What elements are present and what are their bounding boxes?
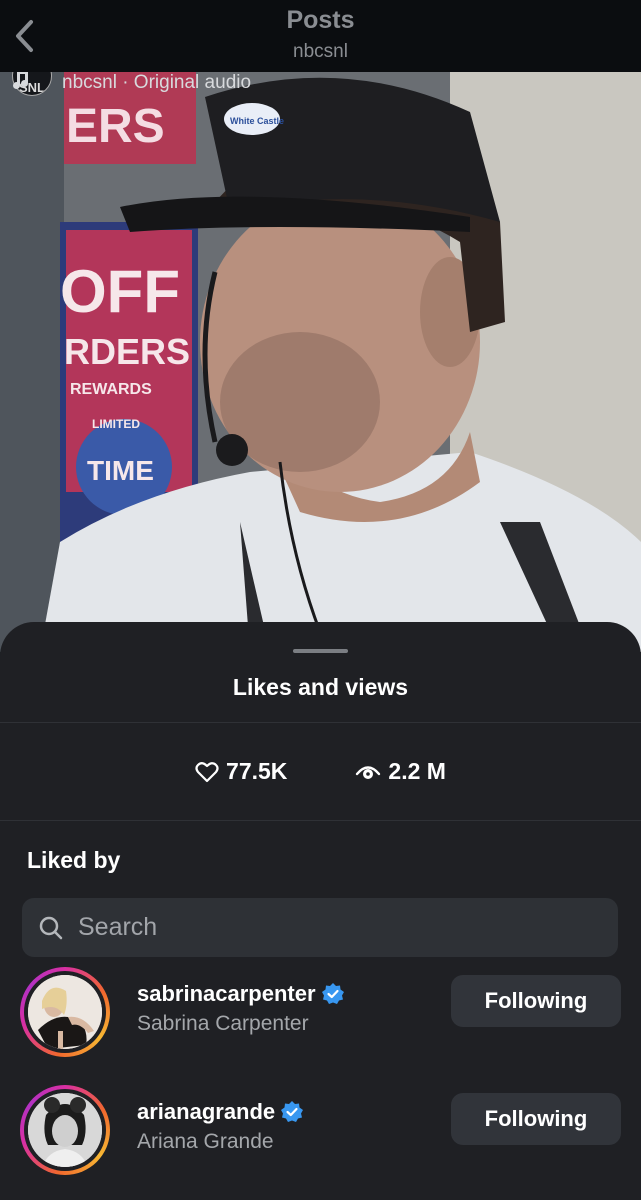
page-subtitle: nbcsnl xyxy=(293,41,348,62)
likes-sheet: Likes and views 77.5K 2.2 M Liked by Sea… xyxy=(0,622,641,1200)
views-count: 2.2 M xyxy=(388,758,446,784)
likes-stat: 77.5K xyxy=(195,758,287,785)
music-note-icon xyxy=(13,72,28,89)
avatar[interactable] xyxy=(20,967,110,1057)
eye-icon xyxy=(356,765,381,779)
sheet-drag-handle[interactable] xyxy=(293,649,348,653)
search-icon xyxy=(39,916,63,939)
sign-text-3: RDERS xyxy=(64,331,190,372)
username[interactable]: arianagrande xyxy=(137,1099,304,1125)
following-button[interactable]: Following xyxy=(451,975,621,1027)
divider xyxy=(0,820,641,821)
sign-text-4: REWARDS xyxy=(70,381,152,398)
verified-badge-icon xyxy=(281,1101,304,1122)
sheet-title: Likes and views xyxy=(232,674,409,700)
cap-logo-text: White Castle xyxy=(230,116,284,126)
video-frame: ERS OFF RDERS REWARDS LIMITED TIME White… xyxy=(0,72,641,652)
avatar-image xyxy=(28,1093,102,1167)
sign-text-1: ERS xyxy=(66,100,165,153)
likes-count: 77.5K xyxy=(226,758,288,784)
stats-row: 77.5K 2.2 M xyxy=(0,758,641,785)
sign-text-5: TIME xyxy=(87,455,154,486)
avatar[interactable] xyxy=(20,1085,110,1175)
video-player[interactable]: ERS OFF RDERS REWARDS LIMITED TIME White… xyxy=(0,72,641,652)
search-box[interactable] xyxy=(22,898,618,957)
list-item[interactable]: arianagrande Ariana Grande Following xyxy=(0,1085,641,1195)
avatar-image xyxy=(28,975,102,1049)
search-input[interactable] xyxy=(76,912,600,943)
following-button[interactable]: Following xyxy=(451,1093,621,1145)
views-stat: 2.2 M xyxy=(355,758,446,785)
full-name: Ariana Grande xyxy=(137,1130,274,1153)
full-name: Sabrina Carpenter xyxy=(137,1012,309,1035)
verified-badge-icon xyxy=(321,983,344,1004)
audio-text: nbcsnl · Original audio xyxy=(62,72,252,93)
divider xyxy=(0,722,641,723)
page-title: Posts xyxy=(286,6,355,34)
liked-by-heading: Liked by xyxy=(27,847,121,873)
username[interactable]: sabrinacarpenter xyxy=(137,981,344,1007)
sign-text-6: LIMITED xyxy=(92,417,140,431)
sign-text-2: OFF xyxy=(60,258,180,325)
heart-icon xyxy=(195,761,219,782)
list-item[interactable]: sabrinacarpenter Sabrina Carpenter Follo… xyxy=(0,967,641,1077)
audio-row[interactable]: SNL nbcsnl · Original audio xyxy=(12,72,251,96)
top-bar: Posts nbcsnl xyxy=(0,0,641,72)
audio-label[interactable]: nbcsnl · Original audio xyxy=(13,72,252,94)
